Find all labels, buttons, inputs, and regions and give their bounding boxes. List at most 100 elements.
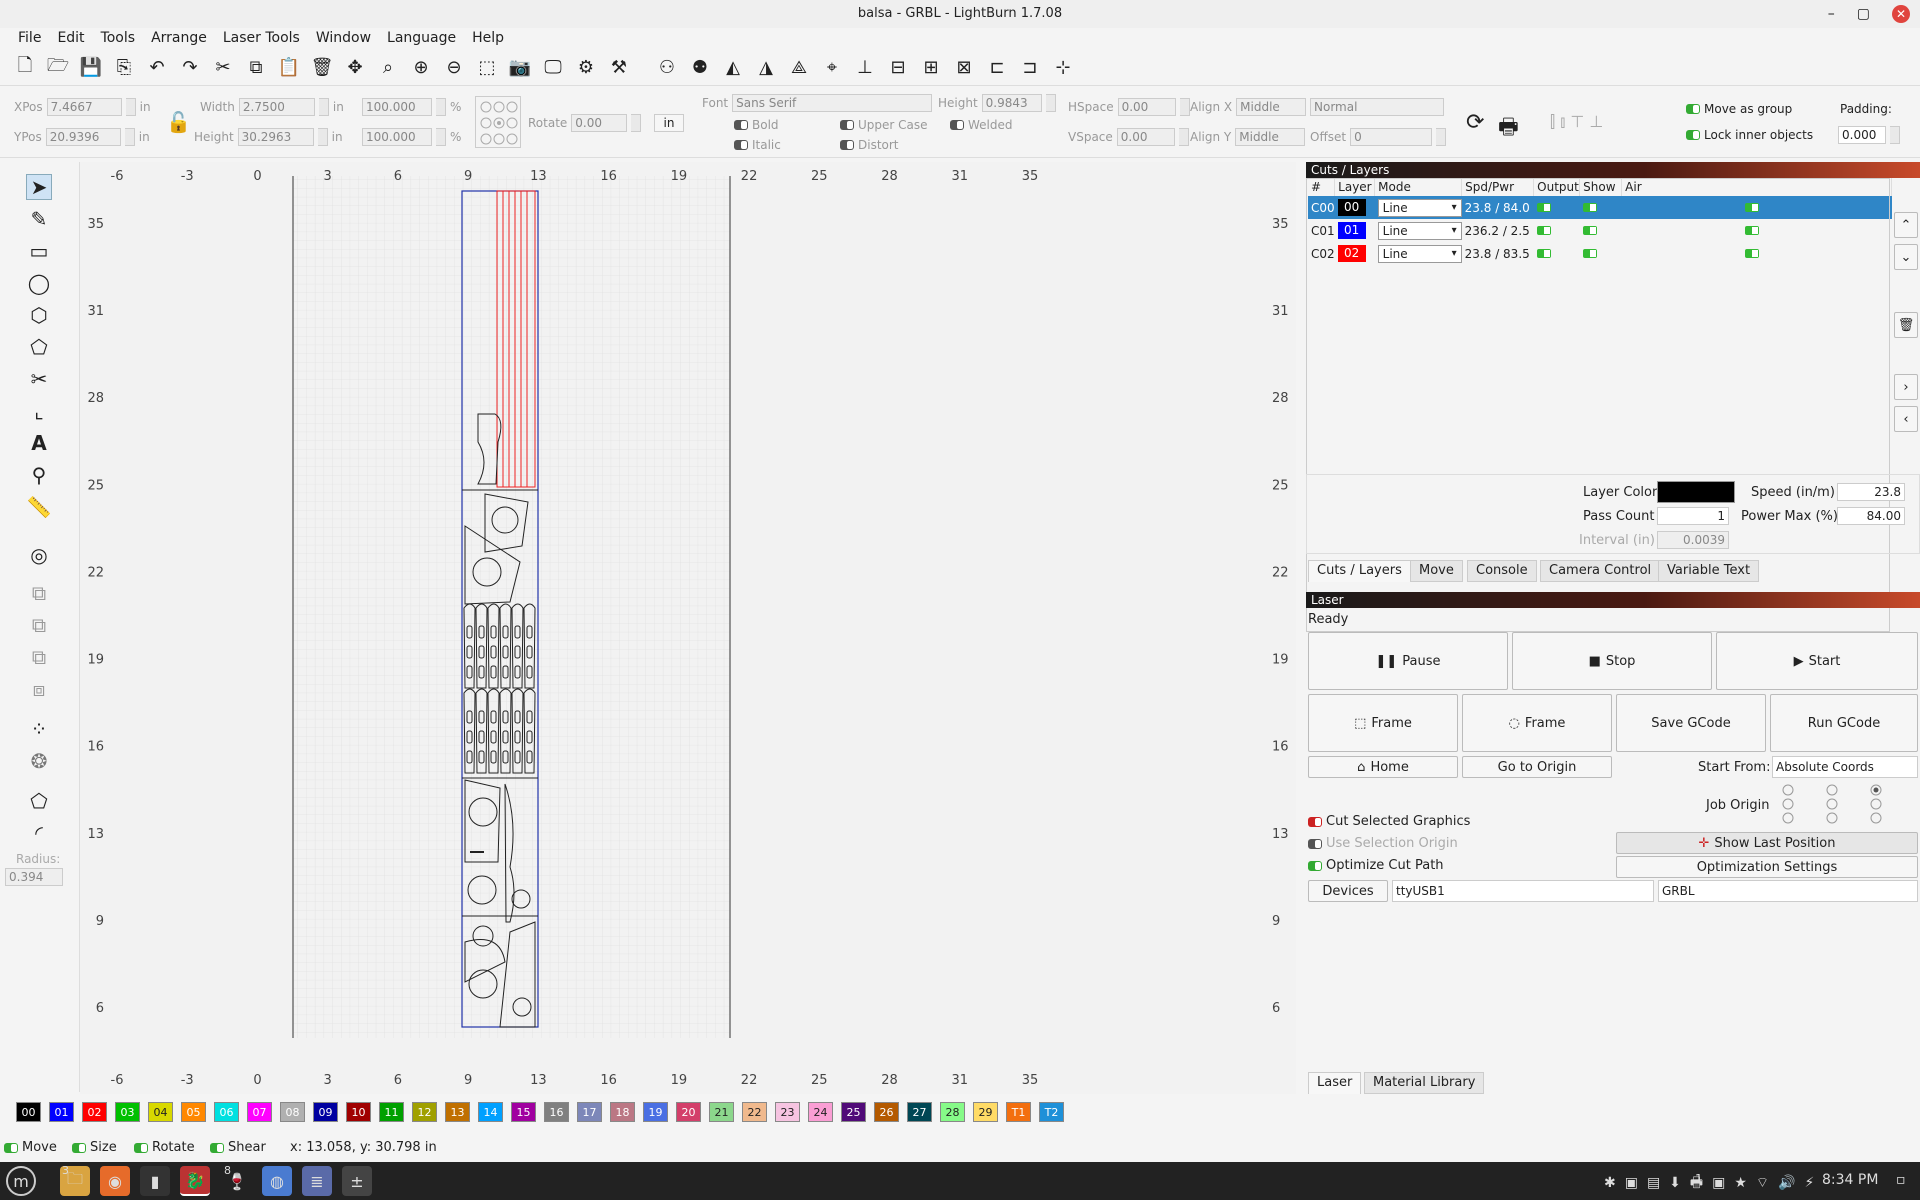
stop-button[interactable]: ■ Stop [1512, 632, 1712, 690]
menu-tools[interactable]: Tools [93, 28, 144, 48]
undo-icon[interactable]: ↶ [144, 55, 170, 81]
minimize-button[interactable]: – [1828, 6, 1835, 22]
devices-button[interactable]: Devices [1308, 880, 1388, 902]
tab-move[interactable]: Move [1410, 560, 1463, 582]
hspace-field[interactable]: 0.00 [1117, 98, 1176, 116]
show-toggle[interactable] [1582, 202, 1597, 212]
device-select[interactable]: GRBL [1658, 880, 1918, 902]
frame-round-button[interactable]: ◌ Frame [1462, 694, 1612, 752]
monitor-icon[interactable]: 🖵 [540, 55, 566, 81]
boolean-intersect-icon[interactable]: ⧈ [26, 676, 52, 702]
tools-icon[interactable]: ⚒ [606, 55, 632, 81]
size-mode-toggle[interactable] [72, 1142, 86, 1153]
palette-color-29[interactable]: 29 [973, 1102, 998, 1122]
lock-inner-objects-toggle[interactable] [1686, 130, 1700, 140]
speed-field[interactable]: 23.8 [1837, 483, 1905, 501]
output-toggle[interactable] [1536, 248, 1551, 258]
origin-icon[interactable]: ⊹ [1050, 55, 1076, 81]
palette-color-17[interactable]: 17 [577, 1102, 602, 1122]
palette-color-19[interactable]: 19 [643, 1102, 668, 1122]
rounded-corner-icon[interactable]: ◜ [26, 820, 52, 846]
boolean-union-icon[interactable]: ⧉ [26, 612, 52, 638]
palette-color-26[interactable]: 26 [874, 1102, 899, 1122]
palette-color-04[interactable]: 04 [148, 1102, 173, 1122]
open-folder-icon[interactable]: 🗁 [45, 55, 71, 81]
tab-camera-control[interactable]: Camera Control [1540, 560, 1661, 582]
bold-toggle[interactable] [734, 120, 748, 130]
palette-color-01[interactable]: 01 [49, 1102, 74, 1122]
menu-window[interactable]: Window [308, 28, 379, 48]
air-toggle[interactable] [1744, 202, 1759, 212]
palette-color-25[interactable]: 25 [841, 1102, 866, 1122]
menu-file[interactable]: File [10, 28, 49, 48]
vspace-field[interactable]: 0.00 [1116, 128, 1175, 146]
menu-arrange[interactable]: Arrange [143, 28, 215, 48]
palette-color-07[interactable]: 07 [247, 1102, 272, 1122]
units-button[interactable]: in [654, 114, 684, 132]
cut-icon[interactable]: ✂ [210, 55, 236, 81]
start-from-select[interactable]: Absolute Coords [1772, 756, 1918, 778]
palette-color-08[interactable]: 08 [280, 1102, 305, 1122]
pause-button[interactable]: ❚❚ Pause [1308, 632, 1508, 690]
ellipse-icon[interactable]: ◯ [26, 270, 52, 296]
rotate-field[interactable]: 0.00 [571, 114, 628, 132]
move-icon[interactable]: ✥ [342, 55, 368, 81]
maximize-button[interactable]: ▢ [1857, 6, 1870, 22]
power-max-field[interactable]: 84.00 [1837, 507, 1905, 525]
corner-icon[interactable]: ⌞ [26, 398, 52, 424]
layer-row[interactable]: C00 00 Line 23.8 / 84.0 [1308, 196, 1892, 219]
pentagon-icon[interactable]: ⬠ [26, 334, 52, 360]
align-tools-icon[interactable]: ⫿ ⫾ ⊤ ⊥ [1550, 112, 1603, 132]
canvas-svg[interactable]: -6 -3 0 3 6 9 13 16 19 22 25 28 31 35 -6 -3 0 3 6 9 13 16 19 2… [80, 162, 1296, 1094]
layer-row[interactable]: C02 02 Line 23.8 / 83.5 [1308, 242, 1892, 265]
port-select[interactable]: ttyUSB1 [1392, 880, 1654, 902]
palette-color-28[interactable]: 28 [940, 1102, 965, 1122]
palette-color-02[interactable]: 02 [82, 1102, 107, 1122]
measure-icon[interactable]: 📏 [26, 494, 52, 520]
rectangle-icon[interactable]: ▭ [26, 238, 52, 264]
palette-color-15[interactable]: 15 [511, 1102, 536, 1122]
expand-right-icon[interactable]: › [1894, 374, 1918, 400]
palette-color-06[interactable]: 06 [214, 1102, 239, 1122]
use-selection-origin-toggle[interactable] [1308, 838, 1322, 849]
palette-color-10[interactable]: 10 [346, 1102, 371, 1122]
menu-language[interactable]: Language [379, 28, 464, 48]
ypos-field[interactable]: 20.9396 [45, 128, 121, 146]
tab-variable-text[interactable]: Variable Text [1658, 560, 1760, 582]
lightburn-icon[interactable]: 🐉 [180, 1166, 210, 1196]
palette-color-13[interactable]: 13 [445, 1102, 470, 1122]
distribute-horizontal-icon[interactable]: ⊞ [918, 55, 944, 81]
padding-field[interactable]: 0.000 [1838, 126, 1886, 144]
home-button[interactable]: ⌂ Home [1308, 756, 1458, 778]
circular-array-icon[interactable]: ❂ [26, 748, 52, 774]
center-icon[interactable]: ⌖ [819, 55, 845, 81]
width-field[interactable]: 2.7500 [238, 98, 315, 116]
palette-color-11[interactable]: 11 [379, 1102, 404, 1122]
upper-case-toggle[interactable] [840, 120, 854, 130]
air-toggle[interactable] [1744, 225, 1759, 235]
calculator-icon[interactable]: ± [342, 1166, 372, 1196]
layer-mode-select[interactable]: Line [1377, 221, 1462, 240]
scissors-icon[interactable]: ✂ [26, 366, 52, 392]
delete-icon[interactable]: 🗑 [309, 55, 335, 81]
optimize-cut-path-toggle[interactable] [1308, 860, 1322, 871]
paste-icon[interactable]: 📋 [276, 55, 302, 81]
palette-color-14[interactable]: 14 [478, 1102, 503, 1122]
import-icon[interactable]: ⎘ [111, 55, 137, 81]
palette-color-24[interactable]: 24 [808, 1102, 833, 1122]
browser-icon[interactable]: ◍ [262, 1166, 292, 1196]
tray-icons[interactable]: ✱▣▤⬇🖶▣★⌔🔊⚡ [1604, 1172, 1823, 1196]
palette-color-T2[interactable]: T2 [1039, 1102, 1064, 1122]
palette-color-21[interactable]: 21 [709, 1102, 734, 1122]
boolean-subtract-icon[interactable]: ⧉ [26, 644, 52, 670]
align-left-icon[interactable]: ⊏ [984, 55, 1010, 81]
start-menu-icon[interactable]: m [6, 1166, 36, 1196]
show-toggle[interactable] [1582, 248, 1597, 258]
zoom-selection-icon[interactable]: ⬚ [474, 55, 500, 81]
pass-count-field[interactable]: 1 [1657, 507, 1729, 525]
xpos-field[interactable]: 7.4667 [46, 98, 122, 116]
move-as-group-toggle[interactable] [1686, 104, 1700, 114]
radius-field[interactable]: 0.394 [5, 868, 63, 886]
rotate-mode-toggle[interactable] [134, 1142, 148, 1153]
grid-array-icon[interactable]: ⁘ [26, 716, 52, 742]
